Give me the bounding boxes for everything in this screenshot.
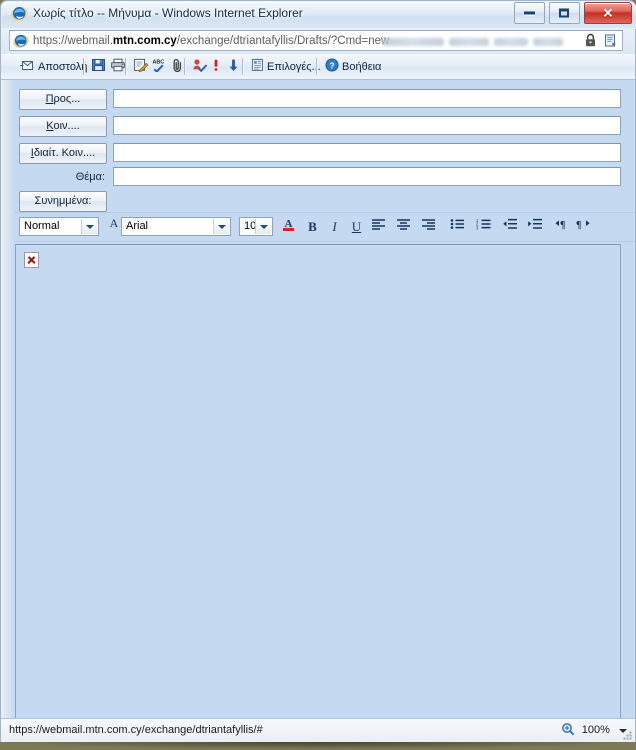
zoom-control[interactable]: 100% — [561, 722, 629, 739]
italic-icon[interactable]: I — [324, 216, 345, 237]
maximize-button[interactable] — [548, 2, 580, 24]
paperclip-icon — [172, 58, 184, 76]
high-importance-icon — [212, 58, 220, 75]
chevron-down-icon[interactable] — [81, 219, 97, 234]
url-domain: mtn.com.cy — [112, 35, 177, 47]
resize-grip[interactable] — [621, 729, 633, 741]
mail-toolbar: Αποστολή ABC Επιλογές... ? Βοήθεια — [1, 54, 635, 80]
minimize-icon — [523, 11, 535, 15]
font-size-select[interactable]: 10 — [239, 217, 273, 236]
font-family-value: Arial — [126, 220, 149, 232]
svg-text:3: 3 — [476, 225, 479, 230]
address-url-text: https://webmail.mtn.com.cy/exchange/dtri… — [33, 34, 389, 49]
row-subject: Θέμα: — [1, 167, 635, 188]
send-label: Αποστολή — [38, 60, 88, 73]
url-prefix: https://webmail. — [33, 35, 113, 47]
svg-text:A: A — [109, 216, 118, 230]
ie-window: Χωρίς τίτλο -- Μήνυμα - Windows Internet… — [0, 0, 636, 750]
zoom-level: 100% — [581, 724, 610, 736]
options-button[interactable]: Επιλογές... — [246, 56, 326, 77]
attachments-button[interactable]: Συνημμένα: — [19, 191, 107, 212]
window-controls: ✕ — [513, 2, 632, 24]
printer-icon — [110, 58, 126, 75]
underline-icon[interactable]: U — [346, 216, 367, 237]
row-bcc: Ιδιαίτ. Κοιν.... — [1, 143, 635, 164]
align-right-icon[interactable] — [418, 216, 439, 237]
format-toolbar: Normal A Arial 10 A B I U 1 2 3 ¶ ¶ — [1, 212, 635, 242]
options-properties-icon — [251, 58, 264, 75]
subject-input[interactable] — [113, 167, 621, 186]
message-body-editor[interactable] — [15, 244, 621, 726]
internet-explorer-icon — [11, 5, 28, 22]
maximize-icon — [559, 8, 570, 18]
font-family-select[interactable]: Arial — [121, 217, 231, 236]
window-shadow — [8, 742, 628, 749]
numbered-list-icon[interactable]: 1 2 3 — [473, 216, 494, 237]
font-color-icon[interactable]: A — [278, 216, 299, 237]
help-label: Βοήθεια — [342, 60, 382, 73]
address-internet-explorer-icon — [13, 33, 29, 49]
row-attachments: Συνημμένα: — [1, 191, 635, 212]
address-bar-icons — [580, 33, 618, 50]
cc-input[interactable] — [113, 116, 621, 135]
broken-image-icon[interactable] — [24, 252, 39, 268]
svg-text:¶: ¶ — [576, 220, 581, 230]
paragraph-style-value: Normal — [24, 220, 60, 232]
svg-text:?: ? — [329, 60, 334, 70]
row-to: Προς... — [1, 89, 635, 110]
svg-text:ABC: ABC — [153, 60, 165, 66]
to-label-rest: ρος... — [53, 93, 81, 105]
compatibility-view-icon[interactable] — [604, 33, 618, 50]
help-circle-icon: ? — [325, 58, 339, 75]
attach-button[interactable] — [167, 56, 189, 77]
increase-indent-icon[interactable] — [524, 216, 545, 237]
low-importance-icon — [228, 58, 239, 75]
compose-pane: Προς... Κοιν.... Ιδιαίτ. Κοιν.... Θέμα: — [1, 80, 635, 740]
status-bar: https://webmail.mtn.com.cy/exchange/dtri… — [1, 718, 635, 742]
minimize-button[interactable] — [513, 2, 545, 24]
bold-icon[interactable]: B — [302, 216, 323, 237]
paragraph-style-select[interactable]: Normal — [19, 217, 99, 236]
address-blurred-region — [382, 35, 580, 48]
align-left-icon[interactable] — [368, 216, 389, 237]
save-disk-icon — [91, 58, 106, 75]
zoom-magnifier-icon[interactable] — [561, 723, 578, 740]
help-button[interactable]: ? Βοήθεια — [320, 56, 386, 77]
bcc-button[interactable]: Ιδιαίτ. Κοιν.... — [19, 143, 107, 164]
close-button[interactable]: ✕ — [584, 2, 632, 24]
subject-label: Θέμα: — [75, 171, 105, 183]
recipient-rows: Προς... Κοιν.... Ιδιαίτ. Κοιν.... Θέμα: — [1, 80, 635, 212]
row-cc: Κοιν.... — [1, 116, 635, 137]
address-input[interactable]: https://webmail.mtn.com.cy/exchange/dtri… — [9, 30, 623, 51]
send-button[interactable]: Αποστολή — [15, 56, 92, 77]
send-envelope-icon — [20, 59, 35, 75]
url-suffix: /exchange/dtriantafyllis/Drafts/?Cmd=new — [176, 35, 390, 47]
to-button[interactable]: Προς... — [19, 89, 107, 110]
title-bar[interactable]: Χωρίς τίτλο -- Μήνυμα - Windows Internet… — [0, 0, 636, 28]
ltr-direction-icon[interactable]: ¶ — [551, 216, 572, 237]
chevron-down-icon[interactable] — [213, 219, 229, 234]
options-label: Επιλογές... — [267, 60, 321, 73]
chevron-down-icon[interactable] — [255, 219, 271, 234]
bcc-label-rest: διαίτ. Κοιν.... — [33, 147, 96, 159]
close-icon: ✕ — [602, 5, 614, 21]
bcc-input[interactable] — [113, 143, 621, 162]
to-input[interactable] — [113, 89, 621, 108]
bullet-list-icon[interactable] — [447, 216, 468, 237]
low-importance-button[interactable] — [223, 56, 244, 77]
address-bar: https://webmail.mtn.com.cy/exchange/dtri… — [1, 28, 635, 54]
status-url: https://webmail.mtn.com.cy/exchange/dtri… — [9, 724, 263, 736]
cc-button[interactable]: Κοιν.... — [19, 116, 107, 137]
rtl-direction-icon[interactable]: ¶ — [573, 216, 594, 237]
window-title: Χωρίς τίτλο -- Μήνυμα - Windows Internet… — [33, 6, 303, 20]
cc-label-rest: οιν.... — [53, 120, 80, 132]
lock-icon[interactable] — [584, 33, 597, 50]
align-center-icon[interactable] — [393, 216, 414, 237]
left-edge-strip — [1, 80, 14, 740]
svg-text:¶: ¶ — [560, 220, 565, 230]
decrease-indent-icon[interactable] — [499, 216, 520, 237]
